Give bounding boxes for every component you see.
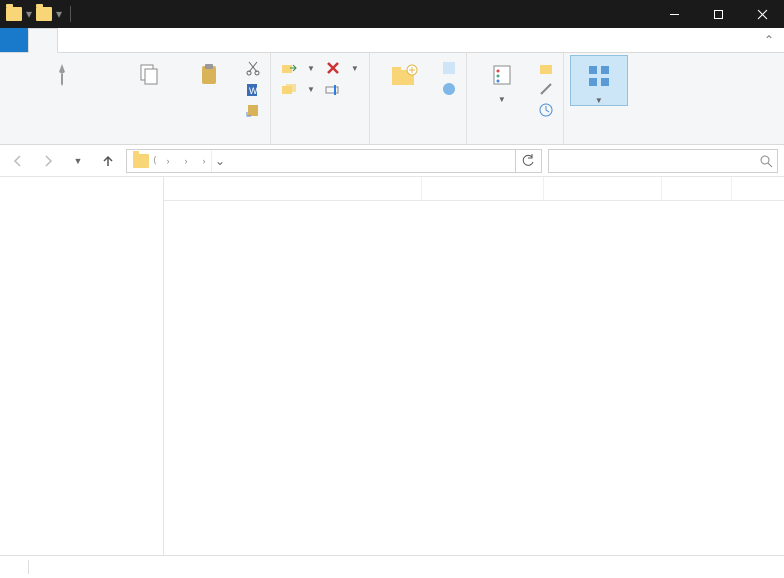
minimize-button[interactable] — [652, 0, 696, 28]
ribbon: W ▼ ▼ ▼ — [0, 53, 784, 145]
window-folder-icon — [6, 7, 22, 21]
move-to-button[interactable]: ▼ — [277, 58, 319, 78]
breadcrumb-1[interactable]: › — [175, 150, 193, 172]
new-item-icon[interactable] — [440, 59, 458, 77]
open-group-label — [473, 142, 557, 144]
col-name[interactable] — [164, 177, 422, 200]
nav-up-button[interactable] — [96, 149, 120, 173]
history-icon[interactable] — [537, 101, 555, 119]
delete-button[interactable]: ▼ — [321, 58, 363, 78]
breadcrumb-0[interactable]: › — [157, 150, 175, 172]
address-bar[interactable]: ⟨ › › › ⌄ — [126, 149, 542, 173]
clipboard-group-label — [6, 142, 264, 144]
tab-file[interactable] — [0, 28, 28, 52]
address-row: ▼ ⟨ › › › ⌄ — [0, 145, 784, 177]
col-size[interactable] — [662, 177, 732, 200]
select-button[interactable]: ▼ — [570, 55, 628, 106]
copy-button[interactable] — [120, 55, 178, 93]
new-group-label — [376, 142, 460, 144]
edit-icon[interactable] — [537, 80, 555, 98]
easy-access-icon[interactable] — [440, 80, 458, 98]
statusbar — [0, 555, 784, 578]
copy-path-icon[interactable]: W — [244, 80, 262, 98]
col-type[interactable] — [544, 177, 662, 200]
ribbon-collapse-button[interactable]: ⌃ — [754, 28, 784, 52]
nav-forward-button[interactable] — [36, 149, 60, 173]
search-icon — [759, 154, 773, 168]
tab-view[interactable] — [86, 28, 114, 52]
tab-share[interactable] — [58, 28, 86, 52]
paste-button[interactable] — [180, 55, 238, 93]
svg-text:W: W — [249, 86, 258, 96]
rename-button[interactable] — [321, 79, 363, 99]
organize-group-label — [277, 142, 363, 144]
qat-folder-icon[interactable] — [36, 7, 52, 21]
breadcrumb-2[interactable]: › — [193, 150, 211, 172]
pin-quickaccess-button[interactable] — [6, 55, 118, 93]
col-date[interactable] — [422, 177, 544, 200]
column-headers[interactable] — [164, 177, 784, 201]
open-icon[interactable] — [537, 59, 555, 77]
refresh-button[interactable] — [515, 150, 539, 172]
tab-home[interactable] — [28, 28, 58, 53]
properties-button[interactable]: ▼ — [473, 55, 531, 104]
search-input[interactable] — [548, 149, 778, 173]
new-folder-button[interactable] — [376, 55, 434, 93]
maximize-button[interactable] — [696, 0, 740, 28]
titlebar: ▾ ▾ — [0, 0, 784, 28]
file-rows[interactable] — [164, 201, 784, 555]
nav-recent-button[interactable]: ▼ — [66, 149, 90, 173]
nav-back-button[interactable] — [6, 149, 30, 173]
address-dropdown-button[interactable]: ⌄ — [211, 150, 229, 172]
navigation-pane[interactable] — [0, 177, 164, 555]
cut-icon[interactable] — [244, 59, 262, 77]
file-list — [164, 177, 784, 555]
address-folder-icon — [133, 154, 149, 168]
close-button[interactable] — [740, 0, 784, 28]
select-group-label — [570, 142, 628, 144]
ribbon-tabs: ⌃ — [0, 28, 784, 53]
copy-to-button[interactable]: ▼ — [277, 79, 319, 99]
paste-shortcut-icon[interactable] — [244, 101, 262, 119]
